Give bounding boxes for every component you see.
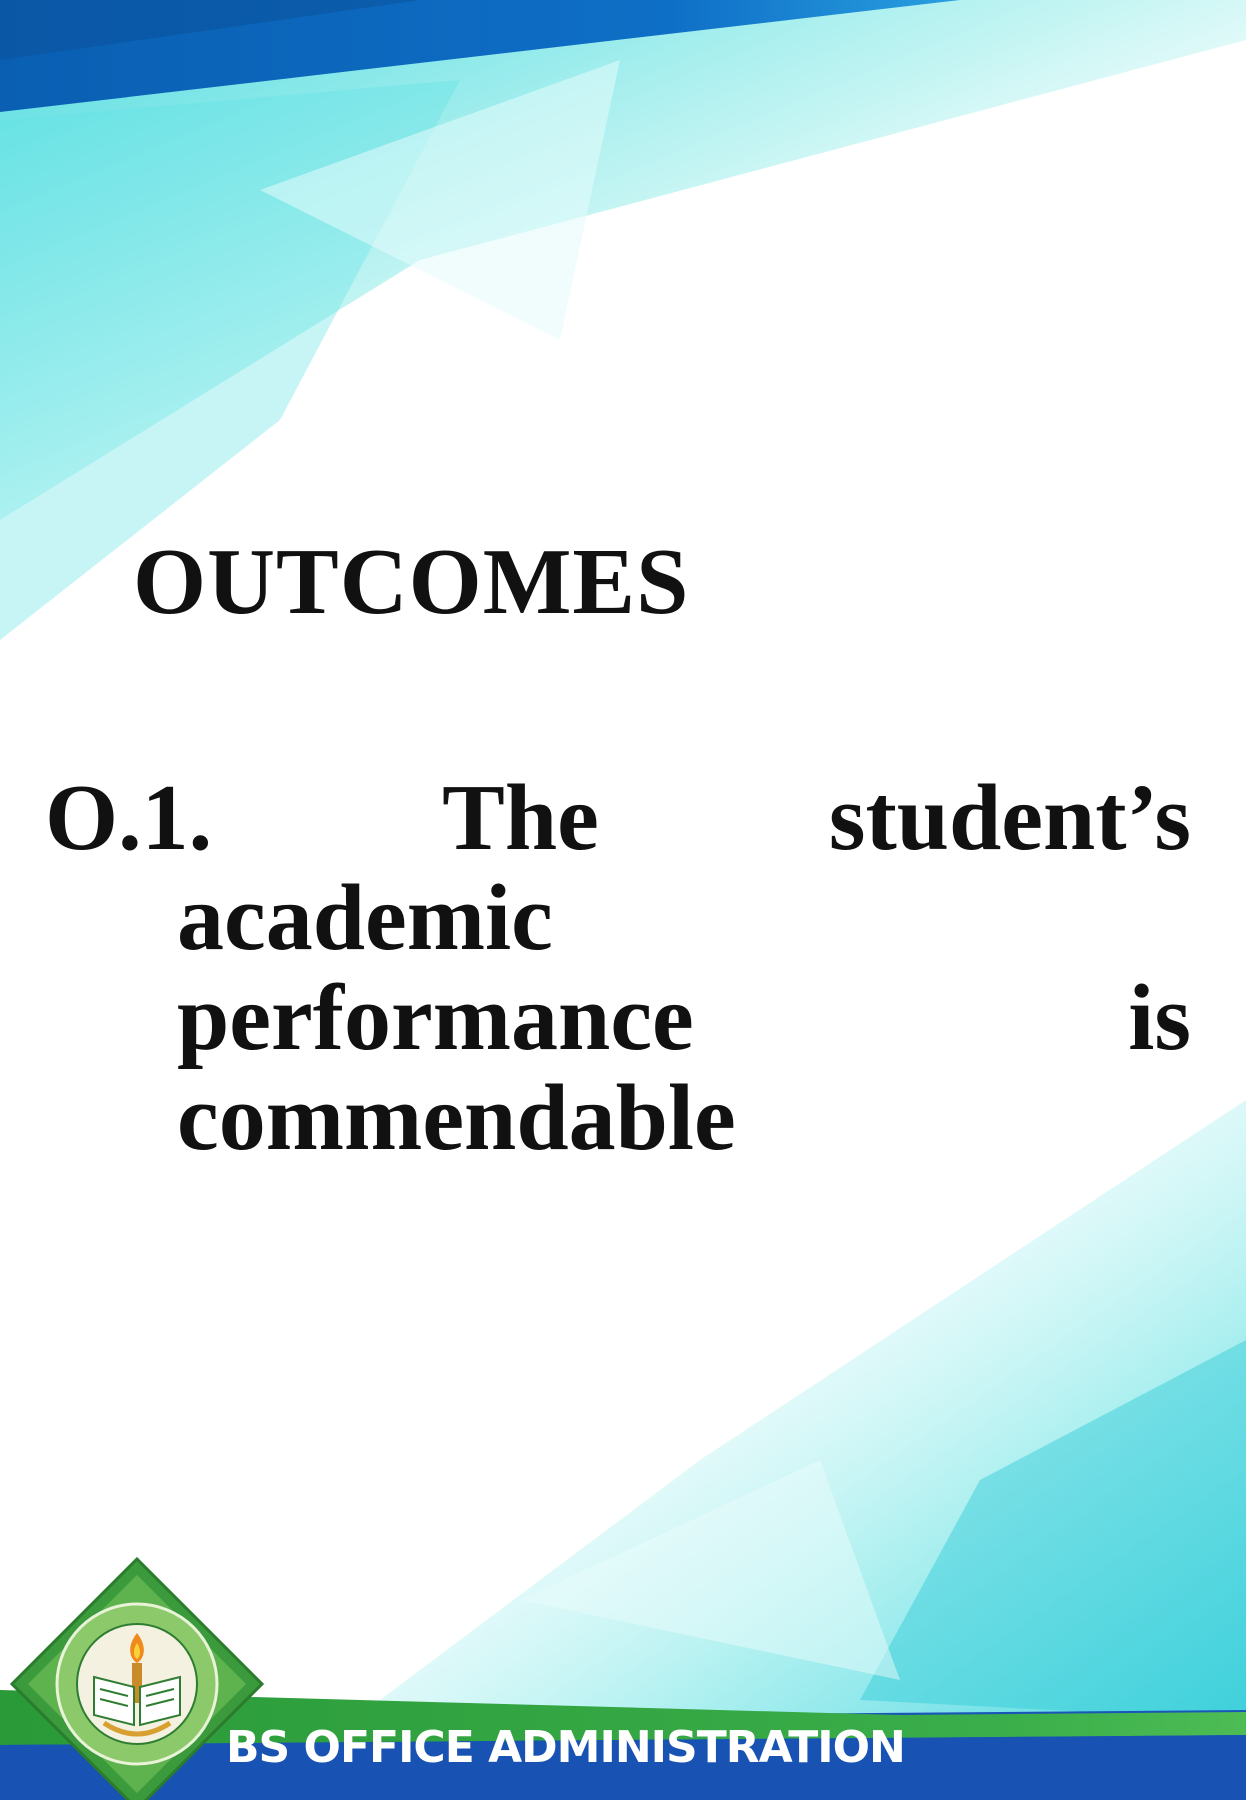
outcome-word: student’s xyxy=(828,766,1191,870)
outcome-line: performance is xyxy=(177,968,1191,1068)
outcome-first-line: O.1. The student’s xyxy=(45,768,1191,868)
outcome-word: commendable xyxy=(177,1066,736,1170)
outcome-item: O.1. The student’s academic performance … xyxy=(45,768,1191,1168)
outcome-word: The xyxy=(442,766,599,870)
outcome-word: is xyxy=(1128,966,1191,1070)
slide-page: OUTCOMES O.1. The student’s academic per… xyxy=(0,0,1246,1800)
program-name: BS OFFICE ADMINISTRATION xyxy=(226,1722,906,1773)
outcome-line: commendable xyxy=(177,1068,1191,1168)
slide-title: OUTCOMES xyxy=(133,530,690,634)
outcome-word: performance xyxy=(177,966,694,1070)
outcome-continuation: academic performance is commendable xyxy=(45,868,1191,1168)
outcome-line: academic xyxy=(177,868,1191,968)
outcome-word: academic xyxy=(177,866,553,970)
outcome-number: O.1. xyxy=(45,766,213,870)
